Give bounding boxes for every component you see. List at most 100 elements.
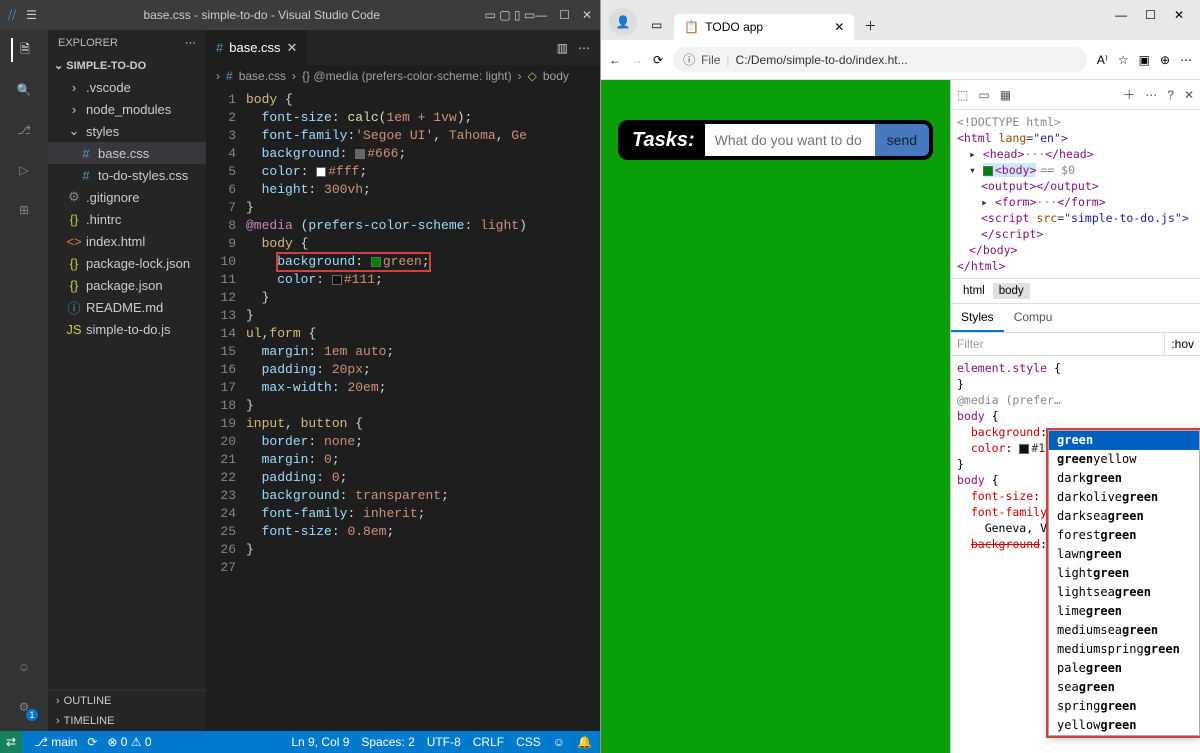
address-bar[interactable]: ⓘ File | C:/Demo/simple-to-do/index.ht..… bbox=[673, 47, 1087, 72]
tree-item-styles[interactable]: ⌄styles bbox=[48, 120, 206, 142]
autocomplete-item[interactable]: greenyellow bbox=[1049, 450, 1199, 469]
tree-item-README-md[interactable]: ⓘREADME.md bbox=[48, 296, 206, 318]
run-debug-icon[interactable]: ▷ bbox=[12, 158, 36, 182]
eol-indicator[interactable]: CRLF bbox=[473, 735, 504, 749]
dom-tree[interactable]: <!DOCTYPE html><html lang="en">▸ <head>·… bbox=[951, 110, 1200, 278]
json-icon: {} bbox=[66, 278, 82, 293]
encoding-indicator[interactable]: UTF-8 bbox=[427, 735, 461, 749]
close-icon[interactable]: ✕ bbox=[1174, 8, 1184, 22]
language-indicator[interactable]: CSS bbox=[516, 735, 541, 749]
autocomplete-item[interactable]: mediumspringgreen bbox=[1049, 640, 1199, 659]
code-area[interactable]: 1234567891011121314151617181920212223242… bbox=[206, 87, 600, 731]
tree-item-base-css[interactable]: #base.css bbox=[48, 142, 206, 164]
bell-icon[interactable]: 🔔 bbox=[577, 735, 592, 749]
split-editor-icon[interactable]: ▥ bbox=[557, 41, 568, 55]
more-icon[interactable]: ⋯ bbox=[185, 36, 196, 49]
close-tab-icon[interactable]: ✕ bbox=[287, 40, 298, 56]
autocomplete-item[interactable]: lawngreen bbox=[1049, 545, 1199, 564]
computed-tab[interactable]: Compu bbox=[1004, 304, 1063, 332]
minimap[interactable] bbox=[560, 87, 600, 731]
source-control-icon[interactable]: ⎇ bbox=[12, 118, 36, 142]
autocomplete-item[interactable]: palegreen bbox=[1049, 659, 1199, 678]
autocomplete-item[interactable]: lightseagreen bbox=[1049, 583, 1199, 602]
tab-base-css[interactable]: # base.css ✕ bbox=[206, 30, 308, 65]
dom-breadcrumb[interactable]: html body bbox=[951, 278, 1200, 304]
settings-more-icon[interactable]: ⋯ bbox=[1180, 53, 1192, 67]
favorite-icon[interactable]: ☆ bbox=[1118, 53, 1129, 67]
more-actions-icon[interactable]: ⋯ bbox=[578, 41, 590, 55]
read-aloud-icon[interactable]: A⁾ bbox=[1097, 53, 1108, 67]
file-icon: ⚙ bbox=[66, 189, 82, 205]
close-tab-icon[interactable]: ✕ bbox=[834, 20, 844, 34]
autocomplete-item[interactable]: limegreen bbox=[1049, 602, 1199, 621]
autocomplete-item[interactable]: lightgreen bbox=[1049, 564, 1199, 583]
inspect-icon[interactable]: ⬚ bbox=[957, 88, 968, 102]
autocomplete-item[interactable]: mediumseagreen bbox=[1049, 621, 1199, 640]
styles-tab[interactable]: Styles bbox=[951, 304, 1004, 332]
profile-icon[interactable]: 👤 bbox=[609, 8, 637, 36]
minimize-icon[interactable]: — bbox=[1115, 8, 1127, 22]
devtools-more-icon[interactable]: ⋯ bbox=[1145, 88, 1157, 102]
project-root[interactable]: ⌄ SIMPLE-TO-DO bbox=[48, 55, 206, 76]
autocomplete-item[interactable]: yellowgreen bbox=[1049, 716, 1199, 735]
maximize-icon[interactable]: ☐ bbox=[559, 8, 570, 22]
hover-toggle[interactable]: :hov bbox=[1164, 333, 1200, 355]
elements-tab-icon[interactable]: ▦ bbox=[1000, 88, 1011, 102]
cursor-position[interactable]: Ln 9, Col 9 bbox=[291, 735, 349, 749]
explorer-icon[interactable]: 🗎 bbox=[11, 38, 35, 62]
tree-item-package-lock-json[interactable]: {}package-lock.json bbox=[48, 252, 206, 274]
close-icon[interactable]: ✕ bbox=[582, 8, 592, 22]
tab-actions-icon[interactable]: ▭ bbox=[643, 10, 670, 40]
outline-section[interactable]: ›OUTLINE bbox=[48, 691, 206, 711]
explorer-label: EXPLORER bbox=[58, 37, 118, 49]
new-style-icon[interactable]: ＋ bbox=[1123, 86, 1135, 103]
devtools-close-icon[interactable]: ✕ bbox=[1184, 88, 1194, 102]
sync-icon[interactable]: ⟳ bbox=[87, 735, 97, 749]
styles-filter[interactable]: Filter bbox=[951, 333, 1164, 355]
autocomplete-item[interactable]: springgreen bbox=[1049, 697, 1199, 716]
extensions-icon[interactable]: ⊞ bbox=[12, 198, 36, 222]
send-button[interactable]: send bbox=[875, 124, 929, 156]
device-icon[interactable]: ▭ bbox=[978, 88, 989, 102]
minimize-icon[interactable]: — bbox=[535, 8, 547, 22]
tree-item--vscode[interactable]: ›.vscode bbox=[48, 76, 206, 98]
autocomplete-item[interactable]: darkseagreen bbox=[1049, 507, 1199, 526]
menu-icon[interactable]: ☰ bbox=[26, 8, 37, 22]
devtools-help-icon[interactable]: ? bbox=[1167, 88, 1174, 102]
code-content[interactable]: body { font-size: calc(1em + 1vw); font-… bbox=[246, 87, 600, 731]
refresh-icon[interactable]: ⟳ bbox=[653, 53, 663, 67]
branch-indicator[interactable]: ⎇ main bbox=[34, 735, 77, 749]
file-tree: ›.vscode›node_modules⌄styles#base.css#to… bbox=[48, 76, 206, 690]
back-icon[interactable]: ← bbox=[609, 53, 621, 67]
remote-indicator[interactable]: ⇄ bbox=[0, 731, 22, 753]
tree-item-package-json[interactable]: {}package.json bbox=[48, 274, 206, 296]
tree-item-to-do-styles-css[interactable]: #to-do-styles.css bbox=[48, 164, 206, 186]
tree-item-simple-to-do-js[interactable]: JSsimple-to-do.js bbox=[48, 318, 206, 340]
layout-icons[interactable]: ▭ ▢ ▯ ▭ bbox=[485, 8, 536, 22]
autocomplete-item[interactable]: forestgreen bbox=[1049, 526, 1199, 545]
browser-tab[interactable]: 📋 TODO app ✕ bbox=[674, 14, 854, 40]
autocomplete-item[interactable]: seagreen bbox=[1049, 678, 1199, 697]
account-icon[interactable]: ☺ bbox=[12, 655, 36, 679]
tree-item--gitignore[interactable]: ⚙.gitignore bbox=[48, 186, 206, 208]
tree-item--hintrc[interactable]: {}.hintrc bbox=[48, 208, 206, 230]
search-icon[interactable]: 🔍 bbox=[12, 78, 36, 102]
collections-icon[interactable]: ▣ bbox=[1139, 53, 1150, 67]
breadcrumb[interactable]: ›#base.css ›{} @media (prefers-color-sch… bbox=[206, 65, 600, 87]
copilot-icon[interactable]: ⊕ bbox=[1160, 53, 1170, 67]
autocomplete-item[interactable]: darkgreen bbox=[1049, 469, 1199, 488]
indent-indicator[interactable]: Spaces: 2 bbox=[361, 735, 414, 749]
forward-icon[interactable]: → bbox=[631, 53, 643, 67]
task-input[interactable] bbox=[705, 124, 875, 156]
maximize-icon[interactable]: ☐ bbox=[1145, 8, 1156, 22]
new-tab-button[interactable]: ＋ bbox=[854, 11, 886, 40]
settings-gear-icon[interactable]: ⚙1 bbox=[12, 695, 36, 719]
feedback-icon[interactable]: ☺ bbox=[553, 735, 565, 749]
tree-item-index-html[interactable]: <>index.html bbox=[48, 230, 206, 252]
tree-item-node-modules[interactable]: ›node_modules bbox=[48, 98, 206, 120]
autocomplete-item[interactable]: green bbox=[1049, 431, 1199, 450]
autocomplete-item[interactable]: darkolivegreen bbox=[1049, 488, 1199, 507]
autocomplete-popup[interactable]: greengreenyellowdarkgreendarkolivegreend… bbox=[1048, 430, 1200, 736]
timeline-section[interactable]: ›TIMELINE bbox=[48, 711, 206, 731]
problems-indicator[interactable]: ⊗ 0 ⚠ 0 bbox=[107, 735, 151, 749]
